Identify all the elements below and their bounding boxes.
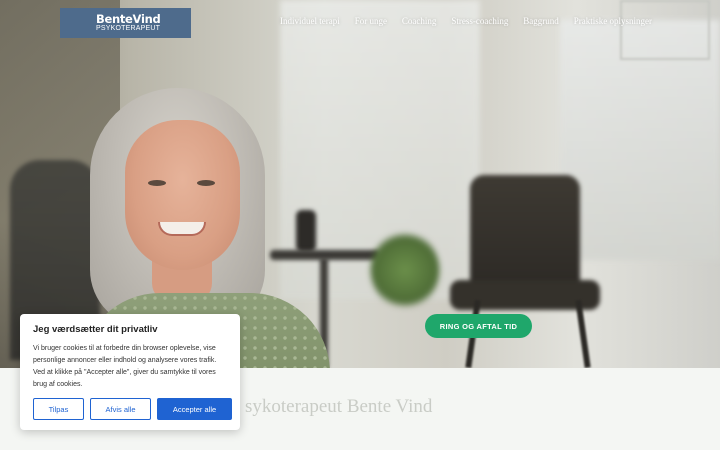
nav-item-praktiske-oplysninger[interactable]: Praktiske oplysninger bbox=[574, 16, 652, 26]
portrait-face bbox=[125, 120, 240, 270]
hero-background-plant bbox=[370, 230, 440, 310]
hero-section bbox=[0, 0, 720, 368]
logo-name: BenteVind bbox=[96, 12, 161, 26]
hero-background-frame bbox=[620, 0, 710, 60]
hero-background-chair-leg bbox=[575, 299, 591, 368]
cookie-customize-button[interactable]: Tilpas bbox=[33, 398, 84, 420]
cookie-accept-button[interactable]: Accepter alle bbox=[157, 398, 232, 420]
nav-item-coaching[interactable]: Coaching bbox=[402, 16, 437, 26]
call-booking-button[interactable]: RING OG AFTAL TID bbox=[425, 314, 532, 338]
cookie-button-row: Tilpas Afvis alle Accepter alle bbox=[33, 398, 232, 420]
cookie-title: Jeg værdsætter dit privatliv bbox=[33, 324, 158, 335]
nav-item-for-unge[interactable]: For unge bbox=[355, 16, 387, 26]
nav-item-stress-coaching[interactable]: Stress-coaching bbox=[451, 16, 508, 26]
cookie-reject-button[interactable]: Afvis alle bbox=[90, 398, 151, 420]
portrait-smile bbox=[158, 222, 206, 236]
cookie-consent-banner: Jeg værdsætter dit privatliv Vi bruger c… bbox=[20, 314, 240, 430]
nav-item-individuel-terapi[interactable]: Individuel terapi bbox=[280, 16, 340, 26]
main-navigation: Individuel terapi For unge Coaching Stre… bbox=[280, 16, 652, 26]
portrait-eye bbox=[197, 180, 215, 186]
cookie-body-text: Vi bruger cookies til at forbedre din br… bbox=[33, 345, 217, 388]
site-logo[interactable]: BenteVind PSYKOTERAPEUT bbox=[60, 8, 191, 38]
hero-background-chair bbox=[470, 175, 580, 295]
portrait-eye bbox=[148, 180, 166, 186]
intro-heading: sykoterapeut Bente Vind bbox=[245, 396, 433, 417]
logo-subtitle: PSYKOTERAPEUT bbox=[96, 25, 161, 32]
nav-item-baggrund[interactable]: Baggrund bbox=[523, 16, 559, 26]
